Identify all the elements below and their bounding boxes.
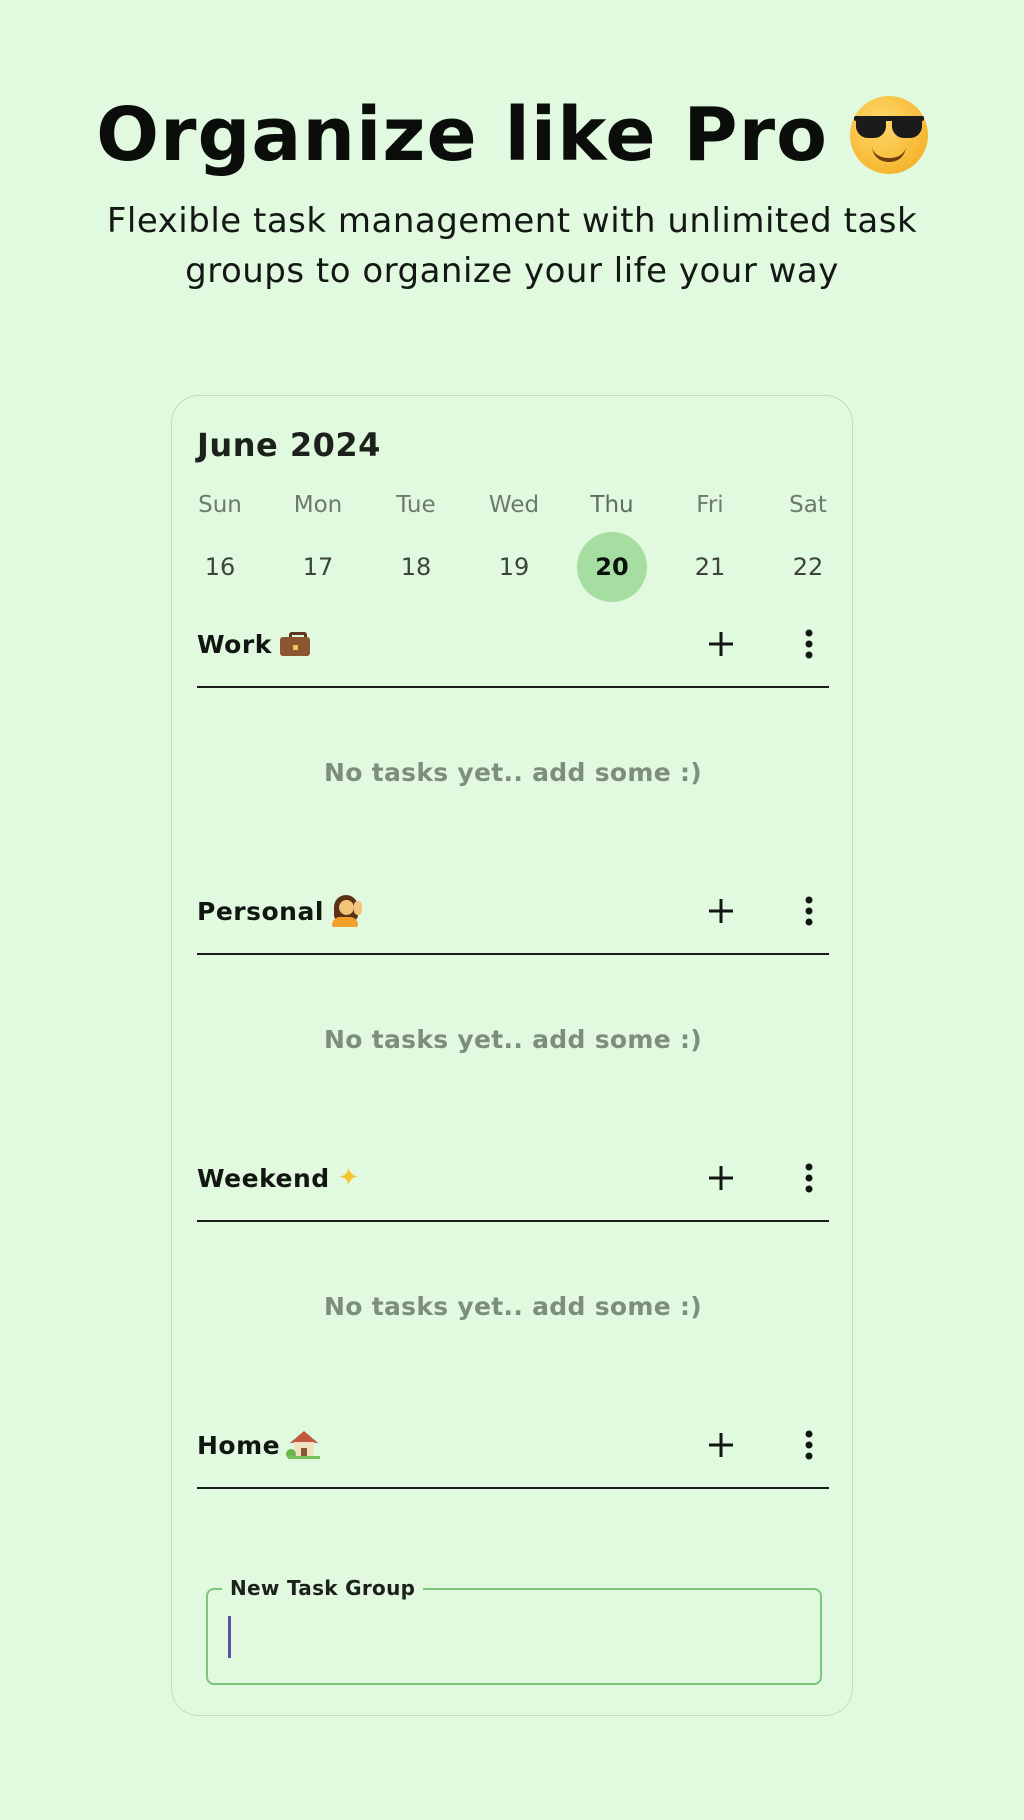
day-thu-selected[interactable]: Thu 20 <box>572 488 652 602</box>
day-mon[interactable]: Mon 17 <box>278 488 358 602</box>
group-title: Personal <box>197 896 324 926</box>
day-name: Tue <box>396 492 436 518</box>
day-name: Mon <box>293 492 343 518</box>
day-number: 19 <box>498 553 530 581</box>
day-number: 17 <box>302 553 334 581</box>
person-tipping-hand-icon <box>331 895 362 927</box>
group-menu-button[interactable] <box>797 1425 821 1465</box>
add-task-button[interactable] <box>701 1425 741 1465</box>
task-group-work: Work No tasks yet.. add some :) <box>197 616 829 787</box>
empty-state-text: No tasks yet.. add some :) <box>324 758 702 787</box>
plus-icon <box>709 1166 733 1190</box>
briefcase-icon <box>279 632 310 656</box>
subtitle-line-1: Flexible task management with unlimited … <box>106 201 918 241</box>
app-card: June 2024 Sun 16 Mon 17 Tue 18 Wed 19 Th… <box>171 395 853 1716</box>
empty-state-text: No tasks yet.. add some :) <box>324 1292 702 1321</box>
more-vertical-icon <box>805 896 813 926</box>
day-wed[interactable]: Wed 19 <box>474 488 554 602</box>
more-vertical-icon <box>805 629 813 659</box>
subtitle-line-2: groups to organize your life your way <box>185 251 839 291</box>
more-vertical-icon <box>805 1163 813 1193</box>
plus-icon <box>709 1433 733 1457</box>
group-title: Weekend <box>197 1163 330 1193</box>
month-label: June 2024 <box>197 426 381 464</box>
plus-icon <box>709 899 733 923</box>
group-menu-button[interactable] <box>797 1158 821 1198</box>
add-task-button[interactable] <box>701 624 741 664</box>
day-name: Sat <box>789 492 827 518</box>
headline-subtitle: Flexible task management with unlimited … <box>60 196 964 296</box>
day-number: 22 <box>792 553 824 581</box>
new-task-group-input[interactable] <box>222 1606 806 1668</box>
headline: Organize like Pro <box>0 92 1024 178</box>
group-header: Work <box>197 616 829 688</box>
group-title: Home <box>197 1430 281 1460</box>
task-group-weekend: Weekend ✦ No tasks yet.. add some :) <box>197 1150 829 1321</box>
day-fri[interactable]: Fri 21 <box>670 488 750 602</box>
day-tue[interactable]: Tue 18 <box>376 488 456 602</box>
add-task-button[interactable] <box>701 1158 741 1198</box>
day-number: 21 <box>694 553 726 581</box>
day-sat[interactable]: Sat 22 <box>768 488 848 602</box>
day-name: Wed <box>488 492 540 518</box>
task-group-personal: Personal No tasks yet.. add some :) <box>197 883 829 1054</box>
group-header: Weekend ✦ <box>197 1150 829 1222</box>
plus-icon <box>709 632 733 656</box>
day-number: 18 <box>400 553 432 581</box>
group-menu-button[interactable] <box>797 891 821 931</box>
day-number: 20 <box>577 532 647 602</box>
more-vertical-icon <box>805 1430 813 1460</box>
day-name: Fri <box>696 492 724 518</box>
headline-title: Organize like Pro <box>96 92 828 178</box>
task-group-home: Home <box>197 1417 829 1489</box>
group-header: Home <box>197 1417 829 1489</box>
new-task-group-label: New Task Group <box>222 1576 424 1600</box>
smiling-face-with-sunglasses-icon <box>849 96 928 174</box>
day-sun[interactable]: Sun 16 <box>180 488 260 602</box>
day-name: Sun <box>198 492 242 518</box>
day-name: Thu <box>590 492 634 518</box>
new-task-group-field[interactable]: New Task Group <box>206 1576 822 1685</box>
group-header: Personal <box>197 883 829 955</box>
group-menu-button[interactable] <box>797 624 821 664</box>
empty-state-text: No tasks yet.. add some :) <box>324 1025 702 1054</box>
add-task-button[interactable] <box>701 891 741 931</box>
group-title: Work <box>197 629 272 659</box>
day-number: 16 <box>204 553 236 581</box>
house-with-garden-icon <box>286 1431 321 1459</box>
week-strip: Sun 16 Mon 17 Tue 18 Wed 19 Thu 20 Fri 2… <box>172 488 854 602</box>
sparkles-icon: ✦ <box>337 1163 360 1193</box>
